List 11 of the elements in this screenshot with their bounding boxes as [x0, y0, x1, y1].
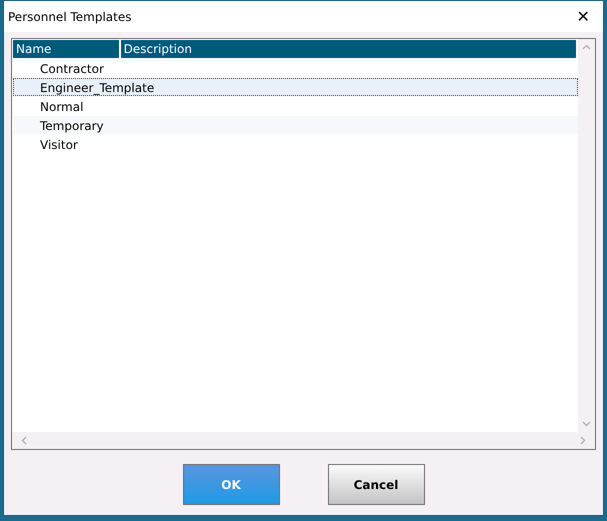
window-title: Personnel Templates: [8, 10, 132, 24]
vertical-scrollbar[interactable]: [578, 39, 595, 432]
scroll-up-icon[interactable]: [582, 43, 591, 52]
cancel-button[interactable]: Cancel: [328, 464, 424, 505]
list-row[interactable]: Engineer_Template: [13, 78, 578, 96]
horizontal-scrollbar[interactable]: [12, 432, 595, 449]
scroll-left-icon[interactable]: [20, 436, 29, 445]
scroll-right-icon[interactable]: [578, 436, 587, 445]
close-button[interactable]: ✕: [563, 2, 603, 32]
list-row[interactable]: Temporary: [13, 116, 578, 134]
scroll-down-icon[interactable]: [582, 419, 591, 428]
